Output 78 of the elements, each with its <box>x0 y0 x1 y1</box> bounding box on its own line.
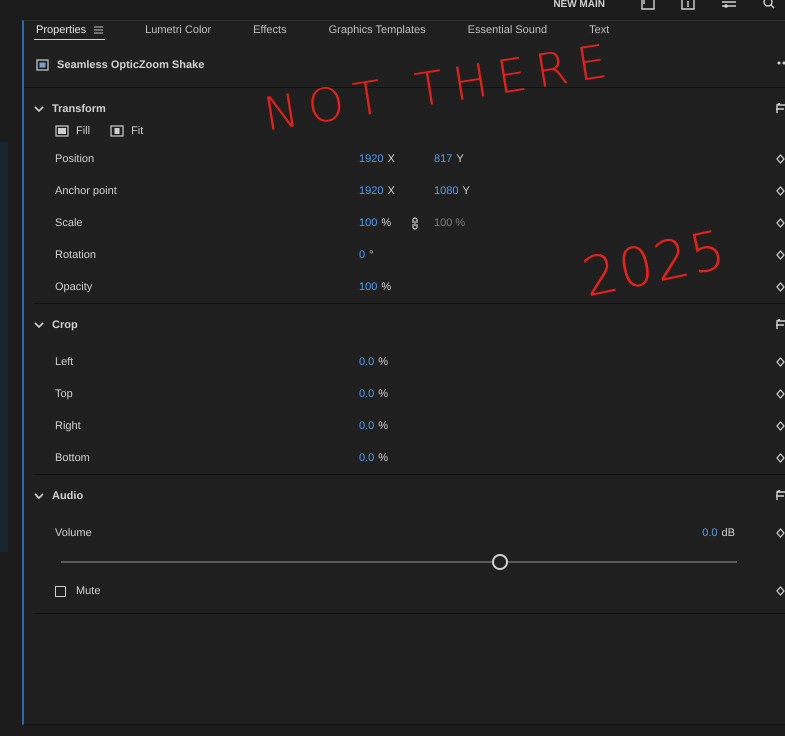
property-label: Opacity <box>55 281 94 293</box>
unit-label: % <box>378 356 388 368</box>
unit-label: % <box>381 217 392 229</box>
property-label: Volume <box>55 527 93 539</box>
property-label: Anchor point <box>55 185 118 197</box>
value-field[interactable]: 1080 <box>434 185 458 197</box>
value-field[interactable]: 0.0 <box>359 420 374 432</box>
property-label: Top <box>55 388 74 400</box>
chevron-icon[interactable] <box>34 492 44 500</box>
property-label: Left <box>55 356 74 368</box>
clip-icon <box>36 59 49 71</box>
value-field[interactable]: 100 <box>359 217 378 229</box>
property-label: Rotation <box>55 249 97 261</box>
value-field[interactable]: 0.0 <box>702 527 718 539</box>
unit-label: % <box>378 452 388 464</box>
workspace-label[interactable]: NEW MAIN <box>553 0 605 10</box>
unit-label: X <box>387 153 395 165</box>
fit-button[interactable]: Fit <box>110 125 144 137</box>
value-field[interactable]: 817 <box>434 153 452 165</box>
fill-icon <box>55 125 69 137</box>
unit-label: ° <box>369 249 374 261</box>
unit-label: % <box>378 420 388 432</box>
keyframe-icon[interactable] <box>776 154 785 164</box>
value-field[interactable]: 0 <box>359 249 366 261</box>
value-field[interactable]: 0.0 <box>359 356 374 368</box>
handwritten-note: 2025 <box>577 218 732 310</box>
property-label: Right <box>55 420 82 432</box>
chevron-icon[interactable] <box>34 322 44 328</box>
panel-tab[interactable]: Graphics Templates <box>326 24 428 40</box>
section-title[interactable]: Crop <box>52 319 78 331</box>
property-label: Position <box>55 153 96 165</box>
value-field[interactable]: 0.0 <box>359 452 374 464</box>
panel-tab[interactable]: Properties <box>34 24 106 40</box>
keyframe-icon[interactable] <box>776 421 785 431</box>
panel-tab[interactable]: Essential Sound <box>466 24 550 40</box>
value-field[interactable]: 0.0 <box>359 388 374 400</box>
panel-tab[interactable]: Effects <box>251 24 289 40</box>
keyframe-icon[interactable] <box>776 186 785 196</box>
keyframe-icon[interactable] <box>776 389 785 399</box>
section-title[interactable]: Transform <box>52 103 106 115</box>
link-icon[interactable] <box>411 216 419 230</box>
value-field[interactable]: 100 % <box>434 217 466 229</box>
keyframe-icon[interactable] <box>776 453 785 463</box>
reset-icon[interactable] <box>775 103 785 114</box>
unit-label: Y <box>462 185 470 197</box>
value-field[interactable]: 1920 <box>359 153 384 165</box>
keyframe-icon[interactable] <box>776 586 785 596</box>
unit-label: % <box>378 388 388 400</box>
keyframe-icon[interactable] <box>776 250 785 260</box>
unit-label: X <box>387 185 395 197</box>
settings-icon[interactable] <box>721 0 737 10</box>
menu-icon[interactable] <box>94 26 104 34</box>
fit-button[interactable]: Fill <box>55 125 90 137</box>
search-icon[interactable] <box>763 0 775 10</box>
unit-label: dB <box>722 527 735 539</box>
panel-tab[interactable]: Lumetri Color <box>143 24 214 40</box>
unit-label: % <box>381 281 392 293</box>
checkbox-label: Mute <box>76 585 102 597</box>
keyframe-icon[interactable] <box>776 218 785 228</box>
value-field[interactable]: 1920 <box>359 185 384 197</box>
keyframe-icon[interactable] <box>776 528 785 538</box>
panel-icon[interactable] <box>641 0 655 10</box>
more-icon[interactable] <box>777 61 785 65</box>
section-title[interactable]: Audio <box>52 490 84 502</box>
reset-icon[interactable] <box>775 319 785 330</box>
keyframe-icon[interactable] <box>776 357 785 367</box>
property-label: Scale <box>55 217 84 229</box>
clip-name: Seamless OpticZoom Shake <box>57 59 204 71</box>
chevron-icon[interactable] <box>34 106 44 112</box>
fit-icon <box>110 125 124 137</box>
unit-label: Y <box>456 153 464 165</box>
slider-thumb[interactable] <box>492 554 508 570</box>
property-label: Bottom <box>55 452 91 464</box>
value-field[interactable]: 100 <box>359 281 378 293</box>
keyframe-icon[interactable] <box>776 282 785 292</box>
panel-tab[interactable]: Text <box>587 24 612 40</box>
checkbox[interactable] <box>55 586 66 596</box>
reset-icon[interactable] <box>775 490 785 501</box>
